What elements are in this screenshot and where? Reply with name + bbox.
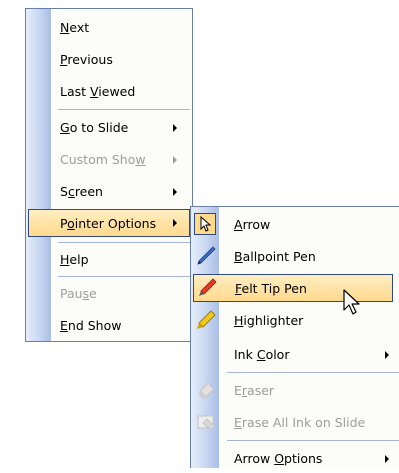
- erase-all-ink-icon: [195, 411, 217, 433]
- menu-separator: [58, 276, 190, 277]
- menu-item-next-label: Next: [60, 20, 90, 35]
- submenu-item-eraser: Eraser: [191, 376, 399, 405]
- menu-item-last-viewed[interactable]: Last Viewed: [26, 77, 192, 106]
- submenu-item-felt-tip-pen[interactable]: Felt Tip Pen: [193, 274, 393, 302]
- menu-separator: [227, 372, 399, 373]
- mouse-cursor-icon: [341, 288, 363, 318]
- menu-item-previous-label: Previous: [60, 52, 113, 67]
- menu-separator: [58, 109, 190, 110]
- submenu-item-erase-all-ink: Erase All Ink on Slide: [191, 408, 399, 437]
- menu-item-pause-label: Pause: [60, 286, 97, 301]
- menu-item-last-viewed-label: Last Viewed: [60, 84, 136, 99]
- submenu-item-ballpoint-pen-label: Ballpoint Pen: [234, 249, 316, 264]
- menu-item-go-to-slide[interactable]: Go to Slide: [26, 113, 192, 142]
- submenu-arrow-icon: [173, 123, 177, 132]
- submenu-item-arrow-options[interactable]: Arrow Options: [191, 444, 399, 473]
- menu-separator: [227, 440, 399, 441]
- submenu-arrow-icon: [173, 187, 177, 196]
- slide-show-context-menu: Next Previous Last Viewed Go to Slide Cu…: [25, 8, 193, 342]
- submenu-arrow-icon: [173, 219, 177, 227]
- menu-item-pointer-options-label: Pointer Options: [60, 215, 157, 231]
- menu-item-pause: Pause: [26, 279, 192, 308]
- submenu-item-arrow-label: Arrow: [234, 217, 271, 232]
- submenu-item-ballpoint-pen[interactable]: Ballpoint Pen: [191, 242, 399, 271]
- submenu-item-felt-tip-pen-label: Felt Tip Pen: [235, 280, 307, 296]
- pointer-options-submenu: Arrow Ballpoint Pen Felt Tip Pen Highlig…: [190, 206, 399, 468]
- ballpoint-pen-icon: [195, 245, 217, 267]
- submenu-arrow-icon: [385, 350, 389, 359]
- menu-item-previous[interactable]: Previous: [26, 45, 192, 74]
- menu-item-end-show-label: End Show: [60, 318, 122, 333]
- eraser-icon: [195, 379, 217, 401]
- submenu-item-arrow[interactable]: Arrow: [191, 210, 399, 239]
- menu-item-custom-show-label: Custom Show: [60, 152, 146, 167]
- submenu-item-highlighter-label: Highlighter: [234, 313, 304, 328]
- submenu-item-eraser-label: Eraser: [234, 383, 275, 398]
- submenu-item-ink-color-label: Ink Color: [234, 347, 290, 362]
- menu-item-screen[interactable]: Screen: [26, 177, 192, 206]
- menu-item-go-to-slide-label: Go to Slide: [60, 120, 129, 135]
- menu-item-pointer-options[interactable]: Pointer Options: [28, 209, 190, 237]
- menu-item-help[interactable]: Help: [26, 245, 192, 274]
- menu-item-screen-label: Screen: [60, 184, 103, 199]
- submenu-arrow-icon: [173, 155, 177, 164]
- submenu-item-erase-all-ink-label: Erase All Ink on Slide: [234, 415, 366, 430]
- menu-item-custom-show: Custom Show: [26, 145, 192, 174]
- arrow-cursor-icon: [194, 213, 216, 235]
- menu-item-help-label: Help: [60, 252, 89, 267]
- submenu-item-ink-color[interactable]: Ink Color: [191, 340, 399, 369]
- submenu-item-highlighter[interactable]: Highlighter: [191, 306, 399, 335]
- highlighter-icon: [195, 309, 217, 331]
- menu-separator: [58, 242, 190, 243]
- submenu-arrow-icon: [385, 454, 389, 463]
- menu-item-end-show[interactable]: End Show: [26, 311, 192, 340]
- felt-tip-pen-icon: [196, 277, 218, 299]
- menu-item-next[interactable]: Next: [26, 13, 192, 42]
- submenu-item-arrow-options-label: Arrow Options: [234, 451, 323, 466]
